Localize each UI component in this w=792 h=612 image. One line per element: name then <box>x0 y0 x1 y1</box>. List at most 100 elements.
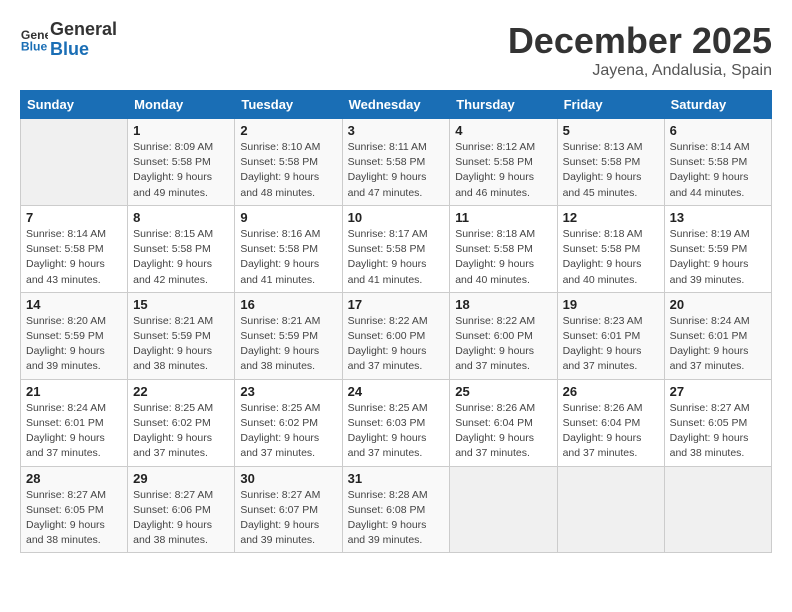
title-block: December 2025 Jayena, Andalusia, Spain <box>508 20 772 80</box>
day-info: Sunrise: 8:28 AMSunset: 6:08 PMDaylight:… <box>348 488 445 549</box>
calendar-cell: 30 Sunrise: 8:27 AMSunset: 6:07 PMDayligh… <box>235 466 342 553</box>
calendar-cell: 31 Sunrise: 8:28 AMSunset: 6:08 PMDayligh… <box>342 466 450 553</box>
calendar-cell: 19 Sunrise: 8:23 AMSunset: 6:01 PMDayligh… <box>557 292 664 379</box>
calendar-cell: 14 Sunrise: 8:20 AMSunset: 5:59 PMDayligh… <box>21 292 128 379</box>
day-number: 9 <box>240 210 336 225</box>
calendar-cell: 2 Sunrise: 8:10 AMSunset: 5:58 PMDaylight… <box>235 119 342 206</box>
day-number: 20 <box>670 297 766 312</box>
day-number: 22 <box>133 384 229 399</box>
calendar-cell <box>557 466 664 553</box>
weekday-header-saturday: Saturday <box>664 91 771 119</box>
calendar-week-1: 1 Sunrise: 8:09 AMSunset: 5:58 PMDaylight… <box>21 119 772 206</box>
day-info: Sunrise: 8:18 AMSunset: 5:58 PMDaylight:… <box>563 227 659 288</box>
day-info: Sunrise: 8:18 AMSunset: 5:58 PMDaylight:… <box>455 227 551 288</box>
day-info: Sunrise: 8:16 AMSunset: 5:58 PMDaylight:… <box>240 227 336 288</box>
day-info: Sunrise: 8:10 AMSunset: 5:58 PMDaylight:… <box>240 140 336 201</box>
calendar-cell: 22 Sunrise: 8:25 AMSunset: 6:02 PMDayligh… <box>128 379 235 466</box>
day-info: Sunrise: 8:14 AMSunset: 5:58 PMDaylight:… <box>670 140 766 201</box>
day-info: Sunrise: 8:17 AMSunset: 5:58 PMDaylight:… <box>348 227 445 288</box>
day-number: 4 <box>455 123 551 138</box>
day-info: Sunrise: 8:24 AMSunset: 6:01 PMDaylight:… <box>26 401 122 462</box>
calendar-cell <box>450 466 557 553</box>
calendar-week-3: 14 Sunrise: 8:20 AMSunset: 5:59 PMDayligh… <box>21 292 772 379</box>
day-number: 27 <box>670 384 766 399</box>
day-info: Sunrise: 8:27 AMSunset: 6:06 PMDaylight:… <box>133 488 229 549</box>
day-number: 2 <box>240 123 336 138</box>
calendar-cell: 9 Sunrise: 8:16 AMSunset: 5:58 PMDaylight… <box>235 205 342 292</box>
day-number: 17 <box>348 297 445 312</box>
calendar-cell: 21 Sunrise: 8:24 AMSunset: 6:01 PMDayligh… <box>21 379 128 466</box>
day-number: 14 <box>26 297 122 312</box>
day-number: 1 <box>133 123 229 138</box>
calendar-cell: 24Sunrise: 8:25 AMSunset: 6:03 PMDayligh… <box>342 379 450 466</box>
location-subtitle: Jayena, Andalusia, Spain <box>508 62 772 80</box>
day-info: Sunrise: 8:09 AMSunset: 5:58 PMDaylight:… <box>133 140 229 201</box>
day-number: 5 <box>563 123 659 138</box>
logo-icon: General Blue <box>20 26 48 54</box>
day-number: 23 <box>240 384 336 399</box>
day-number: 31 <box>348 471 445 486</box>
weekday-header-tuesday: Tuesday <box>235 91 342 119</box>
calendar-cell: 23 Sunrise: 8:25 AMSunset: 6:02 PMDayligh… <box>235 379 342 466</box>
calendar-cell: 11 Sunrise: 8:18 AMSunset: 5:58 PMDayligh… <box>450 205 557 292</box>
day-number: 30 <box>240 471 336 486</box>
day-info: Sunrise: 8:24 AMSunset: 6:01 PMDaylight:… <box>670 314 766 375</box>
calendar-cell: 20 Sunrise: 8:24 AMSunset: 6:01 PMDayligh… <box>664 292 771 379</box>
calendar-cell: 8 Sunrise: 8:15 AMSunset: 5:58 PMDaylight… <box>128 205 235 292</box>
calendar-cell: 29 Sunrise: 8:27 AMSunset: 6:06 PMDayligh… <box>128 466 235 553</box>
day-number: 28 <box>26 471 122 486</box>
calendar-cell: 12 Sunrise: 8:18 AMSunset: 5:58 PMDayligh… <box>557 205 664 292</box>
day-number: 15 <box>133 297 229 312</box>
day-info: Sunrise: 8:26 AMSunset: 6:04 PMDaylight:… <box>455 401 551 462</box>
day-number: 25 <box>455 384 551 399</box>
day-info: Sunrise: 8:22 AMSunset: 6:00 PMDaylight:… <box>348 314 445 375</box>
day-number: 6 <box>670 123 766 138</box>
weekday-header-wednesday: Wednesday <box>342 91 450 119</box>
day-number: 8 <box>133 210 229 225</box>
calendar-cell: 7Sunrise: 8:14 AMSunset: 5:58 PMDaylight… <box>21 205 128 292</box>
day-info: Sunrise: 8:23 AMSunset: 6:01 PMDaylight:… <box>563 314 659 375</box>
calendar-cell <box>664 466 771 553</box>
logo: General Blue General Blue <box>20 20 117 60</box>
calendar-cell: 26Sunrise: 8:26 AMSunset: 6:04 PMDayligh… <box>557 379 664 466</box>
day-info: Sunrise: 8:19 AMSunset: 5:59 PMDaylight:… <box>670 227 766 288</box>
day-info: Sunrise: 8:26 AMSunset: 6:04 PMDaylight:… <box>563 401 659 462</box>
svg-text:Blue: Blue <box>21 39 48 53</box>
day-info: Sunrise: 8:27 AMSunset: 6:07 PMDaylight:… <box>240 488 336 549</box>
day-number: 21 <box>26 384 122 399</box>
day-info: Sunrise: 8:21 AMSunset: 5:59 PMDaylight:… <box>133 314 229 375</box>
calendar-cell <box>21 119 128 206</box>
month-title: December 2025 <box>508 20 772 62</box>
day-info: Sunrise: 8:20 AMSunset: 5:59 PMDaylight:… <box>26 314 122 375</box>
logo-line1: General <box>50 19 117 39</box>
calendar-cell: 13 Sunrise: 8:19 AMSunset: 5:59 PMDayligh… <box>664 205 771 292</box>
calendar-cell: 1 Sunrise: 8:09 AMSunset: 5:58 PMDaylight… <box>128 119 235 206</box>
day-info: Sunrise: 8:21 AMSunset: 5:59 PMDaylight:… <box>240 314 336 375</box>
day-number: 10 <box>348 210 445 225</box>
day-info: Sunrise: 8:25 AMSunset: 6:02 PMDaylight:… <box>240 401 336 462</box>
calendar-cell: 27 Sunrise: 8:27 AMSunset: 6:05 PMDayligh… <box>664 379 771 466</box>
weekday-header-row: SundayMondayTuesdayWednesdayThursdayFrid… <box>21 91 772 119</box>
page-header: General Blue General Blue December 2025 … <box>20 20 772 80</box>
weekday-header-sunday: Sunday <box>21 91 128 119</box>
weekday-header-thursday: Thursday <box>450 91 557 119</box>
calendar-cell: 10 Sunrise: 8:17 AMSunset: 5:58 PMDayligh… <box>342 205 450 292</box>
day-number: 13 <box>670 210 766 225</box>
calendar-cell: 3Sunrise: 8:11 AMSunset: 5:58 PMDaylight… <box>342 119 450 206</box>
day-number: 24 <box>348 384 445 399</box>
day-number: 16 <box>240 297 336 312</box>
calendar-week-4: 21 Sunrise: 8:24 AMSunset: 6:01 PMDayligh… <box>21 379 772 466</box>
calendar-week-5: 28Sunrise: 8:27 AMSunset: 6:05 PMDayligh… <box>21 466 772 553</box>
day-number: 19 <box>563 297 659 312</box>
day-info: Sunrise: 8:27 AMSunset: 6:05 PMDaylight:… <box>670 401 766 462</box>
calendar-cell: 28Sunrise: 8:27 AMSunset: 6:05 PMDayligh… <box>21 466 128 553</box>
day-info: Sunrise: 8:25 AMSunset: 6:02 PMDaylight:… <box>133 401 229 462</box>
day-number: 18 <box>455 297 551 312</box>
day-info: Sunrise: 8:14 AMSunset: 5:58 PMDaylight:… <box>26 227 122 288</box>
day-number: 11 <box>455 210 551 225</box>
day-info: Sunrise: 8:15 AMSunset: 5:58 PMDaylight:… <box>133 227 229 288</box>
day-number: 29 <box>133 471 229 486</box>
day-number: 12 <box>563 210 659 225</box>
logo-line2: Blue <box>50 40 117 60</box>
calendar-cell: 16 Sunrise: 8:21 AMSunset: 5:59 PMDayligh… <box>235 292 342 379</box>
